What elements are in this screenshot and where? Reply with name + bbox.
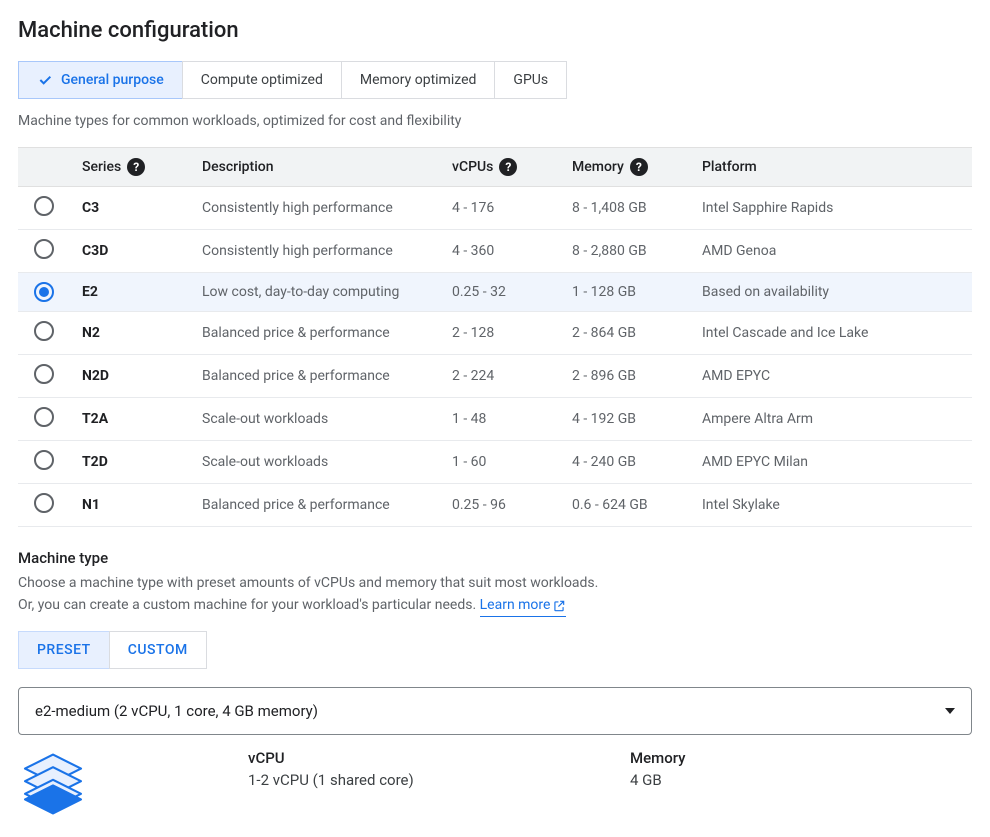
machine-type-description: Choose a machine type with preset amount… [18, 573, 972, 617]
series-vcpus: 0.25 - 96 [440, 484, 560, 527]
tab-label: GPUs [513, 72, 548, 88]
series-vcpus: 1 - 60 [440, 441, 560, 484]
tab-compute-optimized[interactable]: Compute optimized [182, 61, 342, 99]
table-row[interactable]: N2DBalanced price & performance2 - 2242 … [18, 355, 972, 398]
th-series: Series [82, 159, 121, 175]
tab-general-purpose[interactable]: General purpose [18, 61, 183, 99]
series-memory: 4 - 192 GB [560, 398, 690, 441]
series-memory: 8 - 2,880 GB [560, 230, 690, 273]
radio-button[interactable] [34, 493, 54, 513]
table-row[interactable]: N2Balanced price & performance2 - 1282 -… [18, 312, 972, 355]
series-name: N2 [70, 312, 190, 355]
radio-button[interactable] [34, 321, 54, 341]
radio-button[interactable] [34, 239, 54, 259]
chevron-down-icon [945, 708, 955, 714]
series-platform: Based on availability [690, 273, 972, 312]
th-platform: Platform [690, 148, 972, 187]
tab-gpus[interactable]: GPUs [494, 61, 567, 99]
series-platform: AMD EPYC [690, 355, 972, 398]
learn-more-link[interactable]: Learn more [480, 595, 567, 618]
series-vcpus: 2 - 224 [440, 355, 560, 398]
series-description: Consistently high performance [190, 187, 440, 230]
series-memory: 2 - 896 GB [560, 355, 690, 398]
help-icon[interactable]: ? [499, 158, 517, 176]
th-memory: Memory [572, 159, 624, 175]
dropdown-value: e2-medium (2 vCPU, 1 core, 4 GB memory) [35, 702, 318, 720]
summary-vcpu-label: vCPU [248, 749, 590, 767]
external-link-icon [552, 599, 566, 613]
radio-button[interactable] [34, 450, 54, 470]
tab-label: Compute optimized [201, 72, 323, 88]
series-platform: Intel Sapphire Rapids [690, 187, 972, 230]
th-vcpus: vCPUs [452, 159, 493, 175]
series-description: Balanced price & performance [190, 484, 440, 527]
radio-button[interactable] [34, 364, 54, 384]
series-name: T2A [70, 398, 190, 441]
series-name: C3D [70, 230, 190, 273]
series-platform: Intel Skylake [690, 484, 972, 527]
table-row[interactable]: T2AScale-out workloads1 - 484 - 192 GBAm… [18, 398, 972, 441]
summary-vcpu-value: 1-2 vCPU (1 shared core) [248, 771, 590, 789]
table-row[interactable]: C3Consistently high performance4 - 1768 … [18, 187, 972, 230]
series-description: Scale-out workloads [190, 441, 440, 484]
series-vcpus: 1 - 48 [440, 398, 560, 441]
series-name: E2 [70, 273, 190, 312]
series-platform: Ampere Altra Arm [690, 398, 972, 441]
table-row[interactable]: E2Low cost, day-to-day computing0.25 - 3… [18, 273, 972, 312]
series-platform: Intel Cascade and Ice Lake [690, 312, 972, 355]
help-icon[interactable]: ? [127, 158, 145, 176]
series-platform: AMD EPYC Milan [690, 441, 972, 484]
th-description: Description [190, 148, 440, 187]
series-vcpus: 0.25 - 32 [440, 273, 560, 312]
machine-type-label: Machine type [18, 549, 972, 567]
page-title: Machine configuration [18, 18, 972, 43]
series-platform: AMD Genoa [690, 230, 972, 273]
radio-button[interactable] [34, 282, 54, 302]
table-row[interactable]: C3DConsistently high performance4 - 3608… [18, 230, 972, 273]
machine-type-mode-toggle: PRESETCUSTOM [18, 631, 972, 669]
series-name: N2D [70, 355, 190, 398]
series-description: Low cost, day-to-day computing [190, 273, 440, 312]
series-description: Consistently high performance [190, 230, 440, 273]
help-icon[interactable]: ? [630, 158, 648, 176]
segment-custom[interactable]: CUSTOM [109, 631, 207, 669]
tab-label: Memory optimized [360, 72, 477, 88]
table-row[interactable]: T2DScale-out workloads1 - 604 - 240 GBAM… [18, 441, 972, 484]
series-vcpus: 2 - 128 [440, 312, 560, 355]
machine-type-dropdown[interactable]: e2-medium (2 vCPU, 1 core, 4 GB memory) [18, 687, 972, 735]
radio-button[interactable] [34, 407, 54, 427]
machine-summary: vCPU 1-2 vCPU (1 shared core) Memory 4 G… [18, 749, 972, 819]
tab-memory-optimized[interactable]: Memory optimized [341, 61, 496, 99]
series-description: Balanced price & performance [190, 312, 440, 355]
series-description: Scale-out workloads [190, 398, 440, 441]
summary-memory-value: 4 GB [630, 771, 972, 789]
tab-label: General purpose [61, 72, 164, 88]
series-name: C3 [70, 187, 190, 230]
series-memory: 2 - 864 GB [560, 312, 690, 355]
check-icon [37, 72, 53, 88]
layers-icon [18, 749, 88, 819]
series-memory: 0.6 - 624 GB [560, 484, 690, 527]
summary-memory-label: Memory [630, 749, 972, 767]
series-memory: 4 - 240 GB [560, 441, 690, 484]
series-description: Balanced price & performance [190, 355, 440, 398]
category-subheading: Machine types for common workloads, opti… [18, 113, 972, 129]
category-tabs: General purpose Compute optimized Memory o… [18, 61, 972, 99]
table-row[interactable]: N1Balanced price & performance0.25 - 960… [18, 484, 972, 527]
series-vcpus: 4 - 176 [440, 187, 560, 230]
radio-button[interactable] [34, 196, 54, 216]
series-memory: 1 - 128 GB [560, 273, 690, 312]
series-vcpus: 4 - 360 [440, 230, 560, 273]
series-memory: 8 - 1,408 GB [560, 187, 690, 230]
segment-preset[interactable]: PRESET [18, 631, 110, 669]
series-name: N1 [70, 484, 190, 527]
series-name: T2D [70, 441, 190, 484]
series-table: Series ? Description vCPUs ? Memory ? Pl… [18, 147, 972, 527]
